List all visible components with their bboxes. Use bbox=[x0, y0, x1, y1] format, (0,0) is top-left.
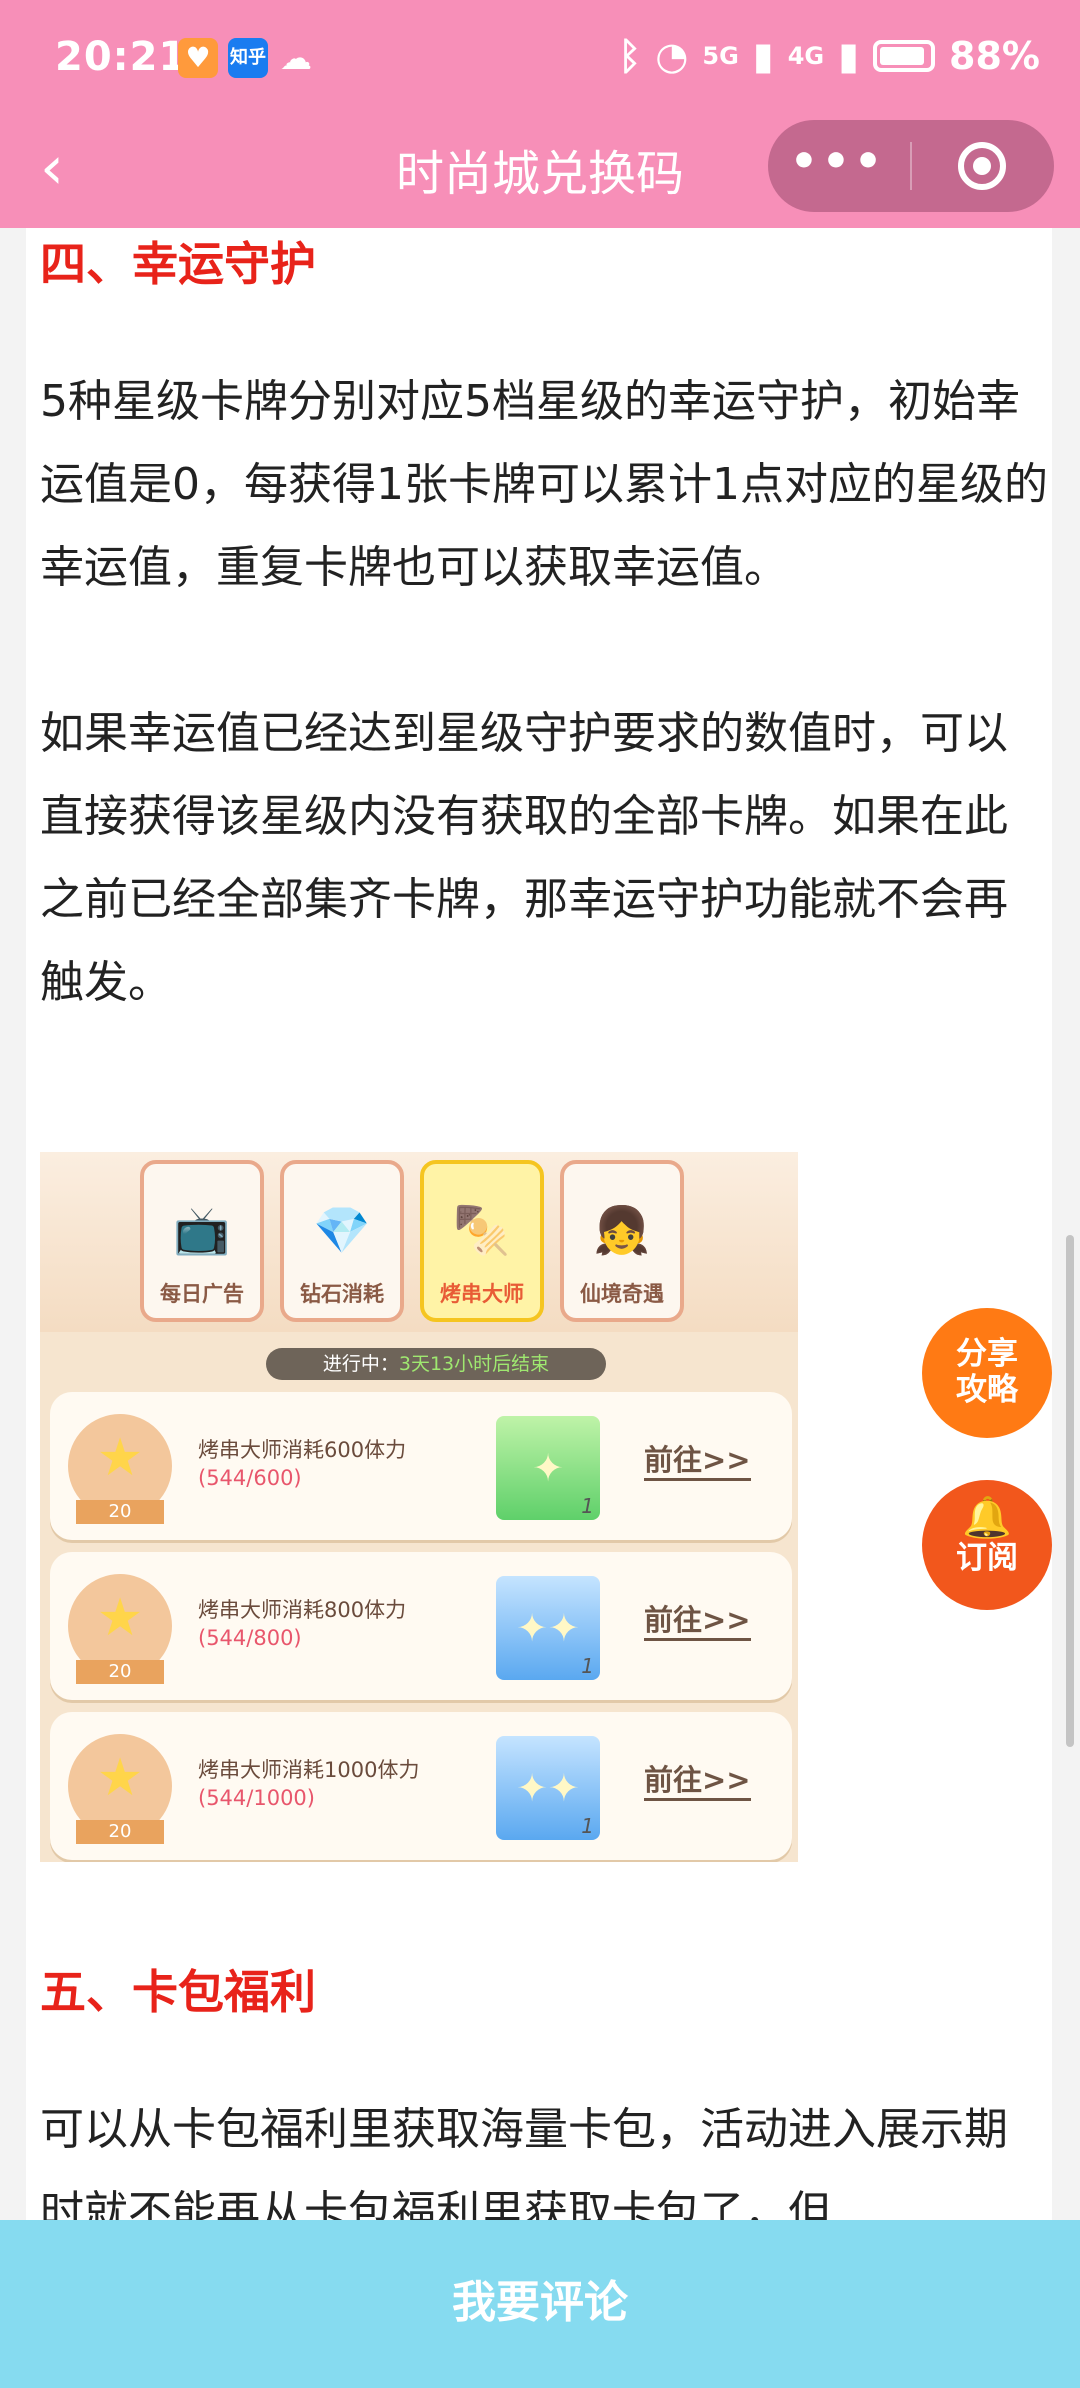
zhihu-app-icon: 知乎 bbox=[228, 38, 268, 78]
progress-time: 3天13小时后结束 bbox=[398, 1353, 550, 1375]
reward-count: 20 bbox=[76, 1820, 164, 1844]
section-heading-5: 五、卡包福利 bbox=[40, 1965, 316, 2019]
status-bar: 20:21 ♥ 知乎 ☁ ᛒ ◔ 5G ▮ 4G ▮ 88% bbox=[0, 0, 1080, 120]
task-row: ★ 20 烤串大师消耗600体力 (544/600) ✦ 1 前往>> bbox=[50, 1392, 792, 1540]
reward-medal: ★ 20 bbox=[68, 1414, 172, 1524]
task-row: ★ 20 烤串大师消耗1000体力 (544/1000) ✦✦ 1 前往>> bbox=[50, 1712, 792, 1860]
tab-strip: 📺 每日广告 💎 钻石消耗 🍢 烤串大师 👧 仙境奇遇 bbox=[40, 1152, 798, 1332]
scrollbar[interactable] bbox=[1066, 1235, 1074, 1747]
more-button[interactable]: ••• bbox=[768, 120, 908, 212]
bottom-comment-bar[interactable]: 我要评论 bbox=[0, 2220, 1080, 2388]
signal-bars-icon: ▮ bbox=[752, 34, 774, 78]
close-target-icon[interactable] bbox=[958, 142, 1006, 190]
signal-4g-icon: 4G bbox=[787, 42, 825, 70]
card-pack-icon: ✦✦ 1 bbox=[496, 1576, 600, 1680]
reward-medal: ★ 20 bbox=[68, 1734, 172, 1844]
tab-label: 烤串大师 bbox=[440, 1282, 524, 1306]
share-line-2: 攻略 bbox=[956, 1372, 1018, 1408]
reward-medal: ★ 20 bbox=[68, 1574, 172, 1684]
goto-label: 前往>> bbox=[644, 1442, 751, 1481]
reward-count: 20 bbox=[76, 1500, 164, 1524]
tab-label: 仙境奇遇 bbox=[580, 1282, 664, 1306]
grill-icon: 🍢 bbox=[453, 1203, 511, 1257]
status-time: 20:21 bbox=[55, 34, 188, 80]
tv-icon: 📺 bbox=[173, 1203, 231, 1257]
task-name: 烤串大师消耗800体力 bbox=[198, 1598, 407, 1622]
pack-star-icon: ✦ bbox=[532, 1446, 564, 1490]
nav-bar: ‹ 时尚城兑换码 ••• bbox=[0, 120, 1080, 228]
chat-app-icon: ☁ bbox=[280, 39, 312, 77]
tab-grill-master: 🍢 烤串大师 bbox=[420, 1160, 544, 1322]
star-icon: ★ bbox=[96, 1588, 144, 1648]
top-bar: 20:21 ♥ 知乎 ☁ ᛒ ◔ 5G ▮ 4G ▮ 88% ‹ 时尚城兑换码 … bbox=[0, 0, 1080, 228]
event-progress-badge: 进行中：3天13小时后结束 bbox=[266, 1348, 606, 1380]
section-heading-4: 四、幸运守护 bbox=[40, 237, 316, 291]
article-content: 四、幸运守护 5种星级卡牌分别对应5档星级的幸运守护，初始幸运值是0，每获得1张… bbox=[26, 228, 1052, 2238]
wifi-icon: ◔ bbox=[655, 34, 689, 78]
star-icon: ★ bbox=[96, 1428, 144, 1488]
pack-count: 1 bbox=[581, 1654, 594, 1678]
pack-star-icon: ✦✦ bbox=[516, 1766, 580, 1810]
capsule-divider bbox=[910, 142, 912, 190]
girl-icon: 👧 bbox=[593, 1203, 651, 1257]
status-right: ᛒ ◔ 5G ▮ 4G ▮ 88% bbox=[618, 34, 1040, 78]
bluetooth-icon: ᛒ bbox=[618, 34, 642, 78]
star-icon: ★ bbox=[96, 1748, 144, 1808]
bell-icon: 🔔 bbox=[962, 1495, 1012, 1541]
task-progress: (544/1000) bbox=[198, 1786, 315, 1810]
task-progress: (544/600) bbox=[198, 1466, 302, 1490]
subscribe-label: 订阅 bbox=[956, 1540, 1018, 1576]
pack-count: 1 bbox=[581, 1814, 594, 1838]
pack-star-icon: ✦✦ bbox=[516, 1606, 580, 1650]
card-pack-icon: ✦ 1 bbox=[496, 1416, 600, 1520]
subscribe-button[interactable]: 🔔 订阅 bbox=[922, 1480, 1052, 1610]
signal-bars-icon-2: ▮ bbox=[838, 34, 860, 78]
share-line-1: 分享 bbox=[956, 1336, 1018, 1372]
tab-diamond: 💎 钻石消耗 bbox=[280, 1160, 404, 1322]
signal-5g-icon: 5G bbox=[702, 42, 739, 70]
tab-label: 每日广告 bbox=[160, 1282, 244, 1306]
tab-daily-ads: 📺 每日广告 bbox=[140, 1160, 264, 1322]
progress-prefix: 进行中： bbox=[322, 1353, 399, 1375]
task-row: ★ 20 烤串大师消耗800体力 (544/800) ✦✦ 1 前往>> bbox=[50, 1552, 792, 1700]
diamond-icon: 💎 bbox=[313, 1203, 371, 1257]
pack-count: 1 bbox=[581, 1494, 594, 1518]
battery-icon bbox=[873, 40, 936, 72]
task-name: 烤串大师消耗1000体力 bbox=[198, 1758, 420, 1782]
share-guide-button[interactable]: 分享 攻略 bbox=[922, 1308, 1052, 1438]
tab-wonderland: 👧 仙境奇遇 bbox=[560, 1160, 684, 1322]
battery-percent: 88% bbox=[949, 34, 1040, 78]
tab-label: 钻石消耗 bbox=[300, 1282, 384, 1306]
reward-count: 20 bbox=[76, 1660, 164, 1684]
paragraph-lucky-guard-1: 5种星级卡牌分别对应5档星级的幸运守护，初始幸运值是0，每获得1张卡牌可以累计1… bbox=[40, 376, 1048, 593]
card-pack-icon: ✦✦ 1 bbox=[496, 1736, 600, 1840]
task-progress: (544/800) bbox=[198, 1626, 302, 1650]
heart-app-icon: ♥ bbox=[178, 38, 218, 78]
goto-label: 前往>> bbox=[644, 1602, 751, 1641]
goto-label: 前往>> bbox=[644, 1762, 751, 1801]
task-name: 烤串大师消耗600体力 bbox=[198, 1438, 407, 1462]
comment-button[interactable]: 我要评论 bbox=[0, 2266, 1080, 2330]
paragraph-lucky-guard-2: 如果幸运值已经达到星级守护要求的数值时，可以直接获得该星级内没有获取的全部卡牌。… bbox=[40, 708, 1008, 1008]
game-screenshot-image: 📺 每日广告 💎 钻石消耗 🍢 烤串大师 👧 仙境奇遇 进行中：3天13小时后结… bbox=[40, 1152, 798, 1862]
mini-program-capsule: ••• bbox=[768, 120, 1054, 212]
